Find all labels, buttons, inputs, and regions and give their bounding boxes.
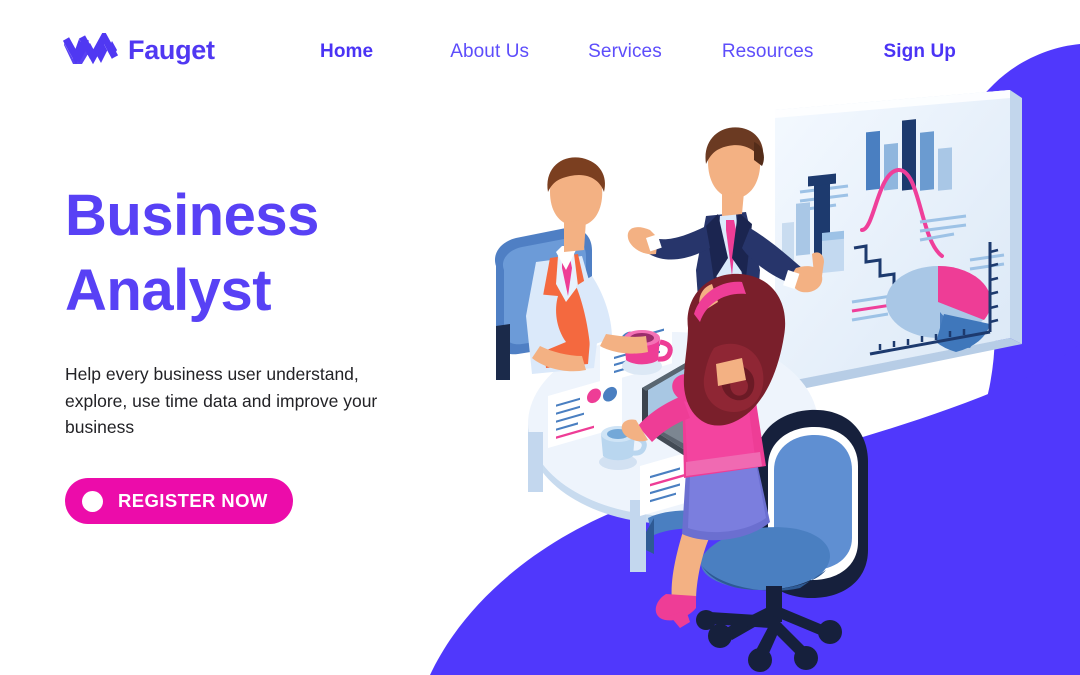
nav-item-services[interactable]: Services [588,41,662,63]
nav-item-resources[interactable]: Resources [722,41,814,63]
hero-illustration [470,80,1080,675]
main-navigation: Home About Us Services Resources Sign Up [320,41,956,63]
landing-page: Fauget Home About Us Services Resources … [0,0,1080,675]
page-title-line-2: Analyst [65,258,272,324]
nav-item-about-us[interactable]: About Us [450,41,529,63]
zigzag-w-logo-icon [62,33,118,65]
register-now-label: REGISTER NOW [118,490,268,512]
nav-item-home[interactable]: Home [320,41,373,63]
page-title: Business Analyst [65,178,485,329]
table-leg-left [528,432,543,492]
nav-item-sign-up[interactable]: Sign Up [884,41,956,63]
presentation-board [775,90,1022,392]
brand-name: Fauget [128,34,215,65]
hero-section: Business Analyst Help every business use… [65,178,485,525]
circle-dot-icon [82,490,103,512]
site-header: Fauget Home About Us Services Resources … [0,0,1080,105]
seated-analyst [494,157,648,380]
register-now-button[interactable]: REGISTER NOW [65,478,293,525]
hero-subtitle: Help every business user understand, exp… [65,363,378,438]
brand-logo[interactable]: Fauget [62,33,215,67]
isometric-analytics-scene-svg [494,90,1022,672]
board-blocks [822,230,844,274]
page-title-line-1: Business [65,183,319,248]
